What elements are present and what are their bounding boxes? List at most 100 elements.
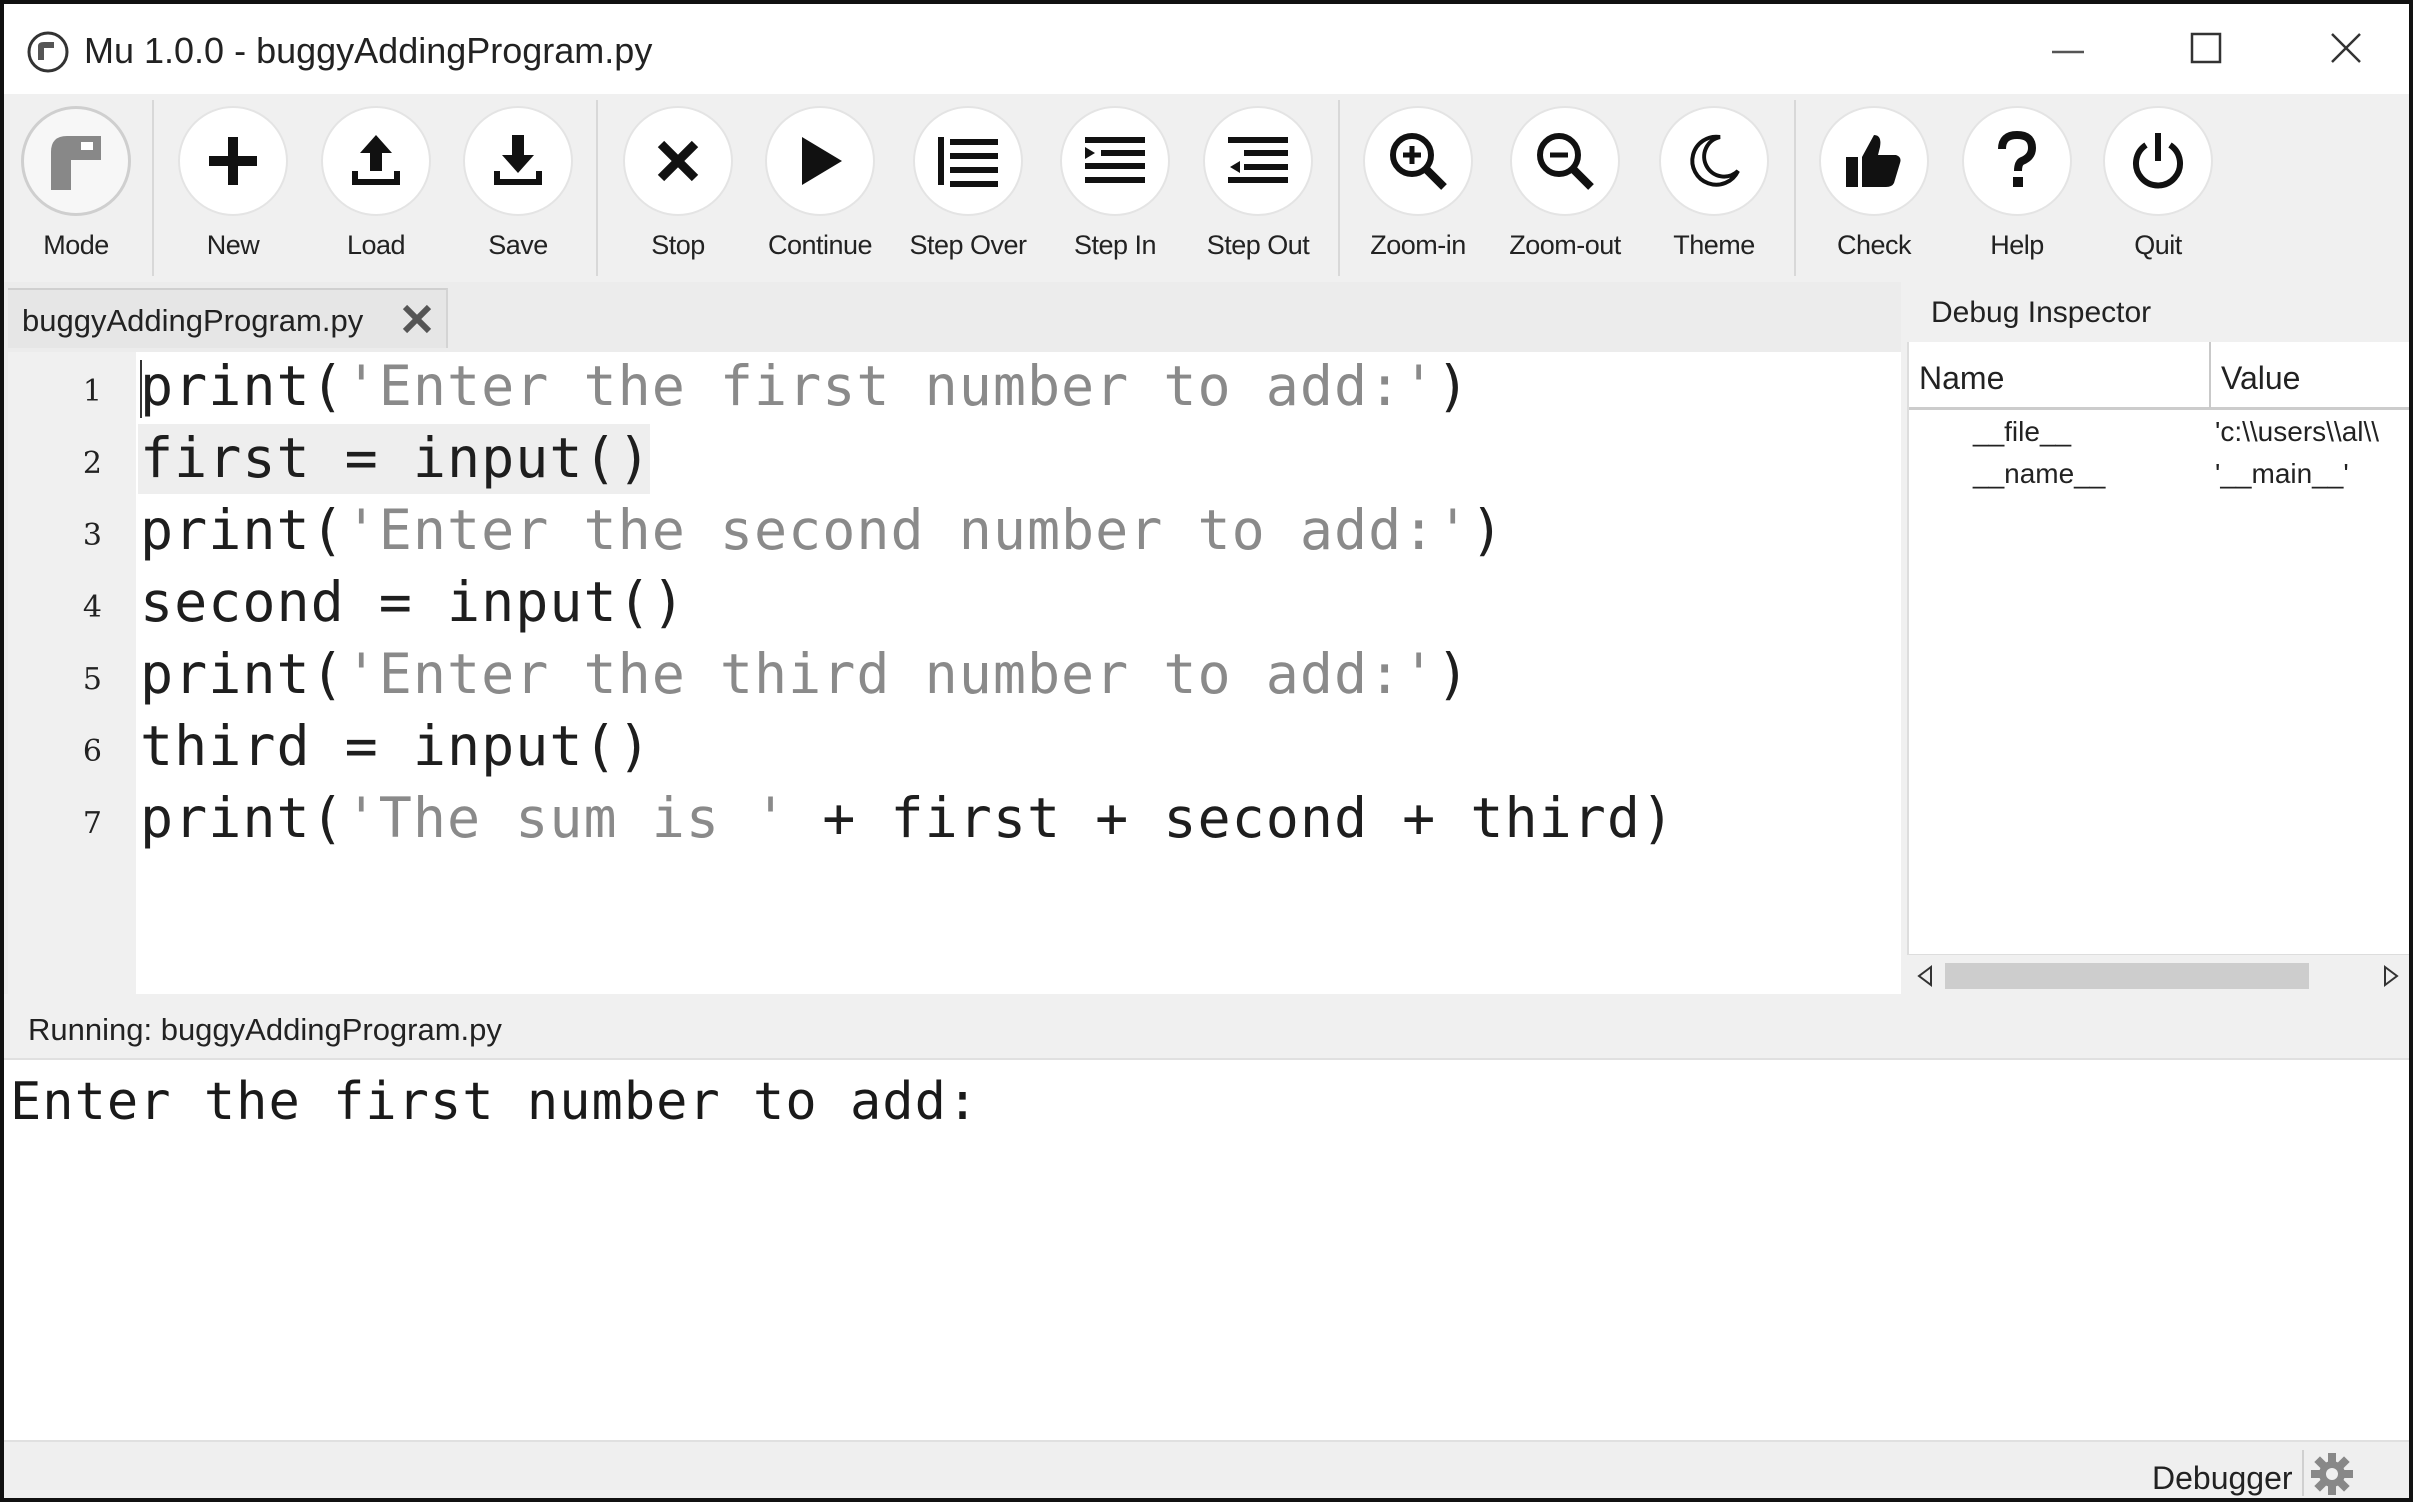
scroll-left-icon[interactable] — [1915, 965, 1935, 987]
step-out-label: Step Out — [1206, 230, 1310, 260]
new-button[interactable]: New — [171, 106, 295, 276]
mu-editor-window: Mu 1.0.0 - buggyAddingProgram.py Mode Ne… — [0, 0, 2413, 1502]
code-text: third = input() — [140, 714, 652, 778]
debug-inspector-title: Debug Inspector — [1931, 296, 2152, 329]
close-tab-icon[interactable] — [400, 302, 434, 336]
output-text: Enter the first number to add: — [10, 1072, 980, 1132]
output-pane[interactable]: Enter the first number to add: — [4, 1058, 2409, 1440]
status-bar: Debugger — [4, 1440, 2409, 1498]
debug-inspector-panel: Debug Inspector Name Value __file__ 'c:\… — [1901, 282, 2409, 994]
check-button[interactable]: Check — [1812, 106, 1936, 276]
column-divider[interactable] — [2209, 342, 2211, 408]
maximize-icon — [2190, 32, 2222, 64]
table-header: Name Value — [1909, 342, 2409, 410]
variable-name: __name__ — [1973, 458, 2106, 489]
help-label: Help — [1990, 230, 2044, 260]
save-label: Save — [488, 230, 548, 260]
file-tab[interactable]: buggyAddingProgram.py — [8, 288, 448, 348]
theme-button[interactable]: Theme — [1652, 106, 1776, 276]
editor-area: buggyAddingProgram.py 1 print('Enter the… — [4, 282, 1901, 994]
zoom-out-icon — [1537, 133, 1594, 190]
zoom-in-label: Zoom-in — [1370, 230, 1466, 260]
upload-icon — [352, 135, 400, 185]
variable-name: __file__ — [1973, 416, 2072, 447]
step-in-icon — [1085, 137, 1145, 183]
code-text: print('Enter the third number to add:') — [140, 642, 1471, 706]
load-button[interactable]: Load — [314, 106, 438, 276]
x-icon — [657, 140, 699, 182]
code-line: 1 print('Enter the first number to add:'… — [8, 352, 1901, 424]
code-editor[interactable]: 1 print('Enter the first number to add:'… — [8, 352, 1901, 994]
maximize-button[interactable] — [2166, 18, 2246, 78]
plus-icon — [209, 137, 257, 185]
debug-variables-table: Name Value __file__ 'c:\\users\\al\\ __n… — [1907, 342, 2409, 954]
mode-button[interactable]: Mode — [14, 106, 138, 276]
toolbar: Mode New Load Save Stop Continue Step Ov… — [4, 94, 2409, 282]
theme-label: Theme — [1673, 230, 1755, 260]
line-number: 7 — [82, 806, 102, 841]
code-text: first = input() — [140, 426, 652, 490]
text-cursor — [140, 360, 142, 418]
quit-label: Quit — [2134, 230, 2182, 260]
mode-label: Mode — [43, 230, 109, 260]
code-line: 6 third = input() — [8, 712, 1901, 784]
continue-button[interactable]: Continue — [758, 106, 882, 276]
stop-button[interactable]: Stop — [616, 106, 740, 276]
step-out-button[interactable]: Step Out — [1196, 106, 1320, 276]
minimize-button[interactable] — [2028, 18, 2108, 78]
close-icon — [2331, 33, 2361, 63]
variable-value: '__main__' — [2215, 458, 2349, 489]
question-icon — [1998, 131, 2037, 187]
mode-indicator: Debugger — [2152, 1460, 2293, 1496]
code-text: second = input() — [140, 570, 686, 634]
code-text: print('Enter the first number to add:') — [140, 354, 1471, 418]
horizontal-scrollbar[interactable] — [1907, 954, 2409, 994]
name-column-header[interactable]: Name — [1919, 360, 2004, 397]
load-label: Load — [346, 230, 406, 260]
table-row[interactable]: __file__ 'c:\\users\\al\\ — [1909, 416, 2409, 456]
code-line: 5 print('Enter the third number to add:'… — [8, 640, 1901, 712]
minimize-icon — [2052, 50, 2084, 54]
mu-app-icon — [27, 31, 69, 73]
line-number: 5 — [82, 662, 102, 697]
zoom-in-icon — [1390, 133, 1447, 190]
play-icon — [802, 137, 842, 185]
line-number: 3 — [82, 518, 102, 553]
new-label: New — [206, 230, 260, 260]
power-icon — [2133, 133, 2183, 189]
step-out-icon — [1228, 137, 1288, 183]
run-status-bar: Running: buggyAddingProgram.py — [4, 994, 2409, 1058]
value-column-header[interactable]: Value — [2221, 360, 2300, 397]
step-over-button[interactable]: Step Over — [906, 106, 1030, 276]
line-number: 1 — [82, 374, 102, 409]
zoom-out-button[interactable]: Zoom-out — [1503, 106, 1627, 276]
help-button[interactable]: Help — [1955, 106, 2079, 276]
step-in-label: Step In — [1073, 230, 1157, 260]
code-line: 4 second = input() — [8, 568, 1901, 640]
scrollbar-thumb[interactable] — [1945, 963, 2309, 989]
close-button[interactable] — [2306, 18, 2386, 78]
thumbs-up-icon — [1846, 135, 1901, 187]
window-title: Mu 1.0.0 - buggyAddingProgram.py — [84, 30, 653, 71]
line-number: 2 — [82, 446, 102, 481]
line-number: 4 — [82, 590, 102, 625]
gear-icon[interactable] — [2310, 1452, 2354, 1496]
moon-icon — [1690, 134, 1740, 187]
code-line: 3 print('Enter the second number to add:… — [8, 496, 1901, 568]
zoom-out-label: Zoom-out — [1509, 230, 1621, 260]
line-number: 6 — [82, 734, 102, 769]
code-line: 2 first = input() — [8, 424, 1901, 496]
scroll-right-icon[interactable] — [2381, 965, 2401, 987]
download-icon — [494, 135, 542, 185]
status-divider — [2302, 1450, 2304, 1496]
tab-label: buggyAddingProgram.py — [22, 303, 364, 338]
zoom-in-button[interactable]: Zoom-in — [1356, 106, 1480, 276]
code-text: print('Enter the second number to add:') — [140, 498, 1505, 562]
step-in-button[interactable]: Step In — [1053, 106, 1177, 276]
step-over-icon — [938, 137, 998, 187]
continue-label: Continue — [767, 230, 873, 260]
table-row[interactable]: __name__ '__main__' — [1909, 458, 2409, 498]
save-button[interactable]: Save — [456, 106, 580, 276]
step-over-label: Step Over — [909, 230, 1027, 260]
quit-button[interactable]: Quit — [2096, 106, 2220, 276]
